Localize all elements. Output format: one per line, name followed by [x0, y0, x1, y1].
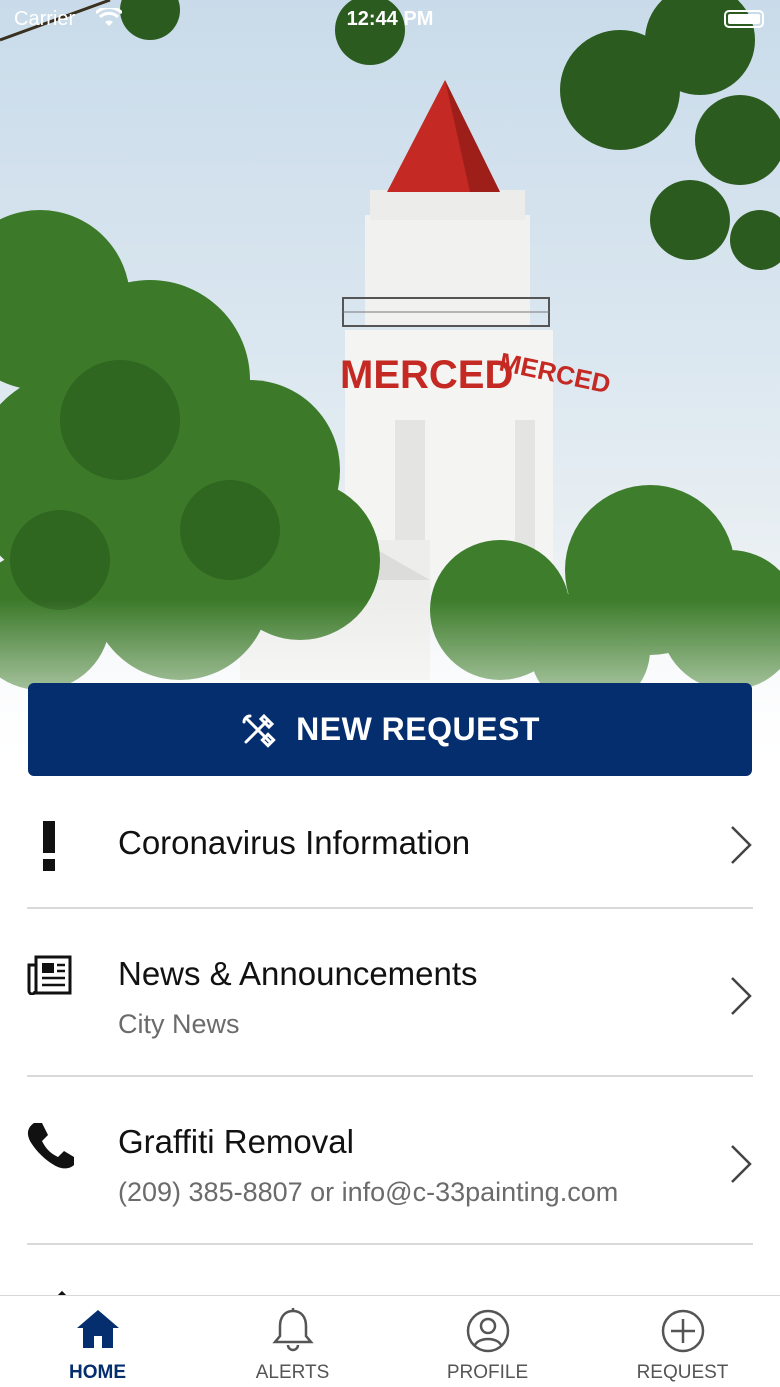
hero-image: MERCED MERCED	[0, 0, 780, 780]
tab-label: PROFILE	[446, 1362, 529, 1383]
tab-profile[interactable]: PROFILE	[390, 1296, 585, 1387]
phone-icon	[27, 1123, 75, 1169]
chevron-right-icon	[731, 1145, 752, 1183]
list-item-title: Graffiti Removal	[118, 1123, 354, 1160]
list-item-subtitle: (209) 385-8807 or info@c-33painting.com	[118, 1177, 619, 1207]
list-item-coronavirus[interactable]: Coronavirus Information	[0, 776, 780, 909]
tower-sign: MERCED	[340, 353, 513, 397]
user-circle-icon	[466, 1309, 510, 1353]
list-item-news[interactable]: News & Announcements City News	[0, 909, 780, 1077]
status-bar: Carrier 12:44 PM	[0, 0, 780, 40]
home-list: Coronavirus Information News & Announcem…	[0, 776, 780, 1305]
home-icon	[77, 1310, 119, 1348]
tab-alerts[interactable]: ALERTS	[195, 1296, 390, 1387]
status-time: 12:44 PM	[346, 8, 434, 30]
chevron-right-icon	[731, 826, 752, 864]
tab-label: REQUEST	[636, 1362, 729, 1383]
bell-icon	[272, 1308, 314, 1352]
list-item-title: News & Announcements	[118, 955, 478, 992]
newspaper-icon	[27, 955, 72, 995]
new-request-label: NEW REQUEST	[296, 711, 540, 747]
new-request-button[interactable]: NEW REQUEST	[28, 683, 752, 776]
plus-circle-icon	[661, 1309, 705, 1353]
tab-request[interactable]: REQUEST	[585, 1296, 780, 1387]
exclamation-icon	[43, 821, 55, 871]
tab-bar: HOME ALERTS PROFILE REQUEST	[0, 1295, 780, 1387]
tools-icon	[242, 713, 276, 748]
list-item-subtitle: City News	[118, 1009, 240, 1039]
tab-label: ALERTS	[255, 1362, 330, 1383]
tab-label: HOME	[69, 1362, 126, 1383]
battery-icon	[724, 10, 764, 28]
list-item-graffiti[interactable]: Graffiti Removal (209) 385-8807 or info@…	[0, 1077, 780, 1245]
tab-home[interactable]: HOME	[0, 1296, 195, 1387]
chevron-right-icon	[731, 977, 752, 1015]
list-item-title: Coronavirus Information	[118, 824, 471, 861]
